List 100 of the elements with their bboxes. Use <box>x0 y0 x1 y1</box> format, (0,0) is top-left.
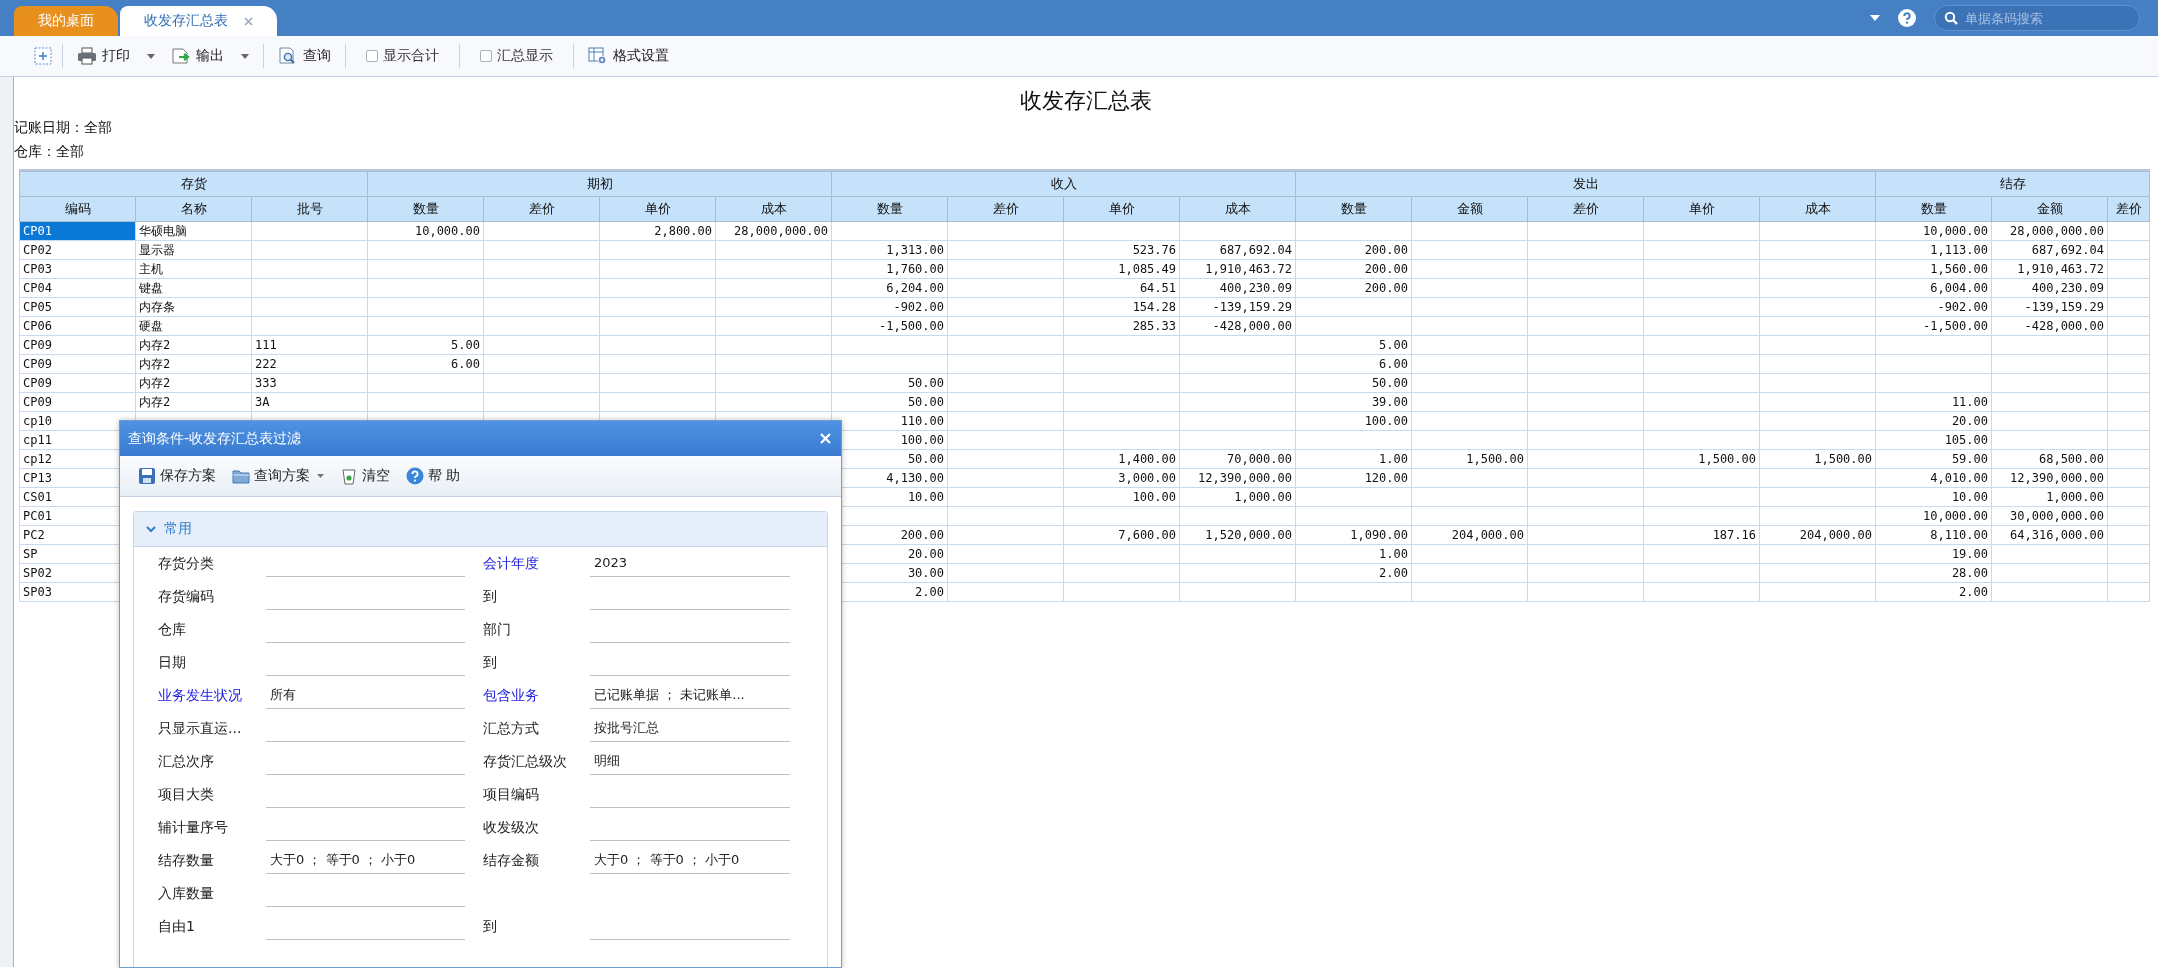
table-cell[interactable]: CP06 <box>19 316 136 336</box>
table-cell: 8,110.00 <box>1930 528 1988 542</box>
table-cell: 50.00 <box>1371 376 1408 390</box>
table-cell: 333 <box>255 376 277 390</box>
toolbar-button[interactable]: 帮 助 <box>400 464 467 488</box>
table-cell[interactable]: CP04 <box>19 278 136 298</box>
table-cell: 204,000.00 <box>1451 528 1524 542</box>
input-field[interactable]: 2023 <box>590 549 790 577</box>
column-header: 数量 <box>876 201 903 216</box>
table-cell: 12,390,000.00 <box>1198 471 1292 485</box>
table-cell: 100.00 <box>900 433 944 447</box>
table-cell[interactable]: CP03 <box>19 259 136 279</box>
table-cell: 2.00 <box>915 585 944 599</box>
table-cell[interactable]: CP02 <box>19 240 136 260</box>
table-cell: 523.76 <box>1132 243 1176 257</box>
toolbar-button[interactable]: 查询 <box>270 43 339 69</box>
input-field[interactable]: 已记账单据 ； 未记账单... <box>590 681 790 709</box>
add-icon[interactable] <box>34 47 52 65</box>
table-cell: 6.00 <box>1379 357 1408 371</box>
table-cell: 1.00 <box>1379 547 1408 561</box>
table-cell: 19.00 <box>1951 547 1988 561</box>
checkbox[interactable]: 显示合计 <box>352 43 453 69</box>
column-header: 名称 <box>180 201 207 216</box>
input-field[interactable]: 大于0 ； 等于0 ； 小于0 <box>590 846 790 874</box>
table-cell[interactable]: CP09 <box>19 373 136 393</box>
column-header: 单价 <box>644 201 671 216</box>
folder-icon <box>232 467 250 485</box>
help-icon[interactable] <box>1898 9 1916 27</box>
table-cell: 1,910,463.72 <box>2017 262 2104 276</box>
input-field[interactable]: 大于0 ； 等于0 ； 小于0 <box>266 846 465 874</box>
caret-icon[interactable] <box>1870 15 1880 21</box>
table-cell: -428,000.00 <box>1212 319 1292 333</box>
table-cell: 1,090.00 <box>1350 528 1408 542</box>
table-cell: 显示器 <box>139 242 175 257</box>
table-cell: 内存2 <box>139 375 171 390</box>
table-cell: 内存条 <box>139 299 175 314</box>
field-label: 只显示直运... <box>158 719 242 738</box>
table-cell[interactable]: CP05 <box>19 297 136 317</box>
field-label: 结存数量 <box>158 851 214 870</box>
column-header: 金额 <box>2036 201 2063 216</box>
toolbar-button[interactable]: 查询方案 <box>226 464 330 488</box>
table-cell: 187.16 <box>1712 528 1756 542</box>
table-cell: 4,010.00 <box>1930 471 1988 485</box>
column-header: 批号 <box>296 201 323 216</box>
column-header: 差价 <box>2115 201 2142 216</box>
input-field[interactable]: 所有 <box>266 681 465 709</box>
close-icon[interactable] <box>820 433 831 444</box>
table-cell: -902.00 <box>1937 300 1988 314</box>
checkbox[interactable]: 汇总显示 <box>466 43 567 69</box>
table-cell: 6,204.00 <box>886 281 944 295</box>
table-cell: 1,520,000.00 <box>1205 528 1292 542</box>
toolbar-button[interactable]: 输出 <box>163 43 257 69</box>
table-cell: 50.00 <box>907 376 944 390</box>
table-cell: 1,000.00 <box>1234 490 1292 504</box>
table-cell[interactable]: CP09 <box>19 335 136 355</box>
field-label: 汇总方式 <box>483 719 539 738</box>
table-cell: 222 <box>255 357 277 371</box>
table-cell: 64,316,000.00 <box>2010 528 2104 542</box>
table-cell: 10,000.00 <box>1922 509 1988 523</box>
table-cell: 28,000,000.00 <box>734 224 828 238</box>
table-cell: 华硕电脑 <box>139 223 187 238</box>
toolbar-button[interactable]: 格式设置 <box>580 43 677 69</box>
field-label: 辅计量序号 <box>158 818 228 837</box>
column-header: 差价 <box>1572 201 1599 216</box>
table-cell: 1,400.00 <box>1118 452 1176 466</box>
table-cell: 39.00 <box>1371 395 1408 409</box>
caret-icon <box>147 53 155 59</box>
table-cell: 键盘 <box>139 280 163 295</box>
input-field[interactable]: 按批号汇总 <box>590 714 790 742</box>
toolbar-button[interactable]: 清空 <box>334 464 396 488</box>
table-cell: -1,500.00 <box>1922 319 1988 333</box>
table-cell: 1,760.00 <box>886 262 944 276</box>
table-cell: 400,230.09 <box>2031 281 2104 295</box>
export-icon <box>171 47 191 65</box>
table-cell: 10,000.00 <box>414 224 480 238</box>
table-cell: 400,230.09 <box>1219 281 1292 295</box>
table-cell: 5.00 <box>451 338 480 352</box>
column-header: 单价 <box>1108 201 1135 216</box>
field-label: 自由1 <box>158 917 195 936</box>
filter-label: 仓库：全部 <box>14 142 84 161</box>
field-label: 会计年度 <box>483 554 539 573</box>
tab[interactable]: 收发存汇总表 <box>120 6 277 36</box>
table-cell: 10,000.00 <box>1922 224 1988 238</box>
table-cell: 154.28 <box>1132 300 1176 314</box>
field-label: 到 <box>483 917 497 936</box>
table-cell[interactable]: CP09 <box>19 392 136 412</box>
toolbar-button[interactable]: 打印 <box>69 43 163 69</box>
table-cell: 105.00 <box>1944 433 1988 447</box>
table-cell[interactable]: CP09 <box>19 354 136 374</box>
field-label: 仓库 <box>158 620 186 639</box>
table-cell: -139,159.29 <box>2024 300 2104 314</box>
field-label: 日期 <box>158 653 186 672</box>
table-cell: 11.00 <box>1951 395 1988 409</box>
table-cell: 3,000.00 <box>1118 471 1176 485</box>
search-field[interactable]: 单据条码搜索 <box>1934 5 2140 31</box>
input-field[interactable]: 明细 <box>590 747 790 775</box>
column-group-header: 期初 <box>586 176 613 191</box>
section-header[interactable]: 常用 <box>134 512 827 547</box>
table-cell: 50.00 <box>907 452 944 466</box>
bucket-icon <box>340 467 358 485</box>
